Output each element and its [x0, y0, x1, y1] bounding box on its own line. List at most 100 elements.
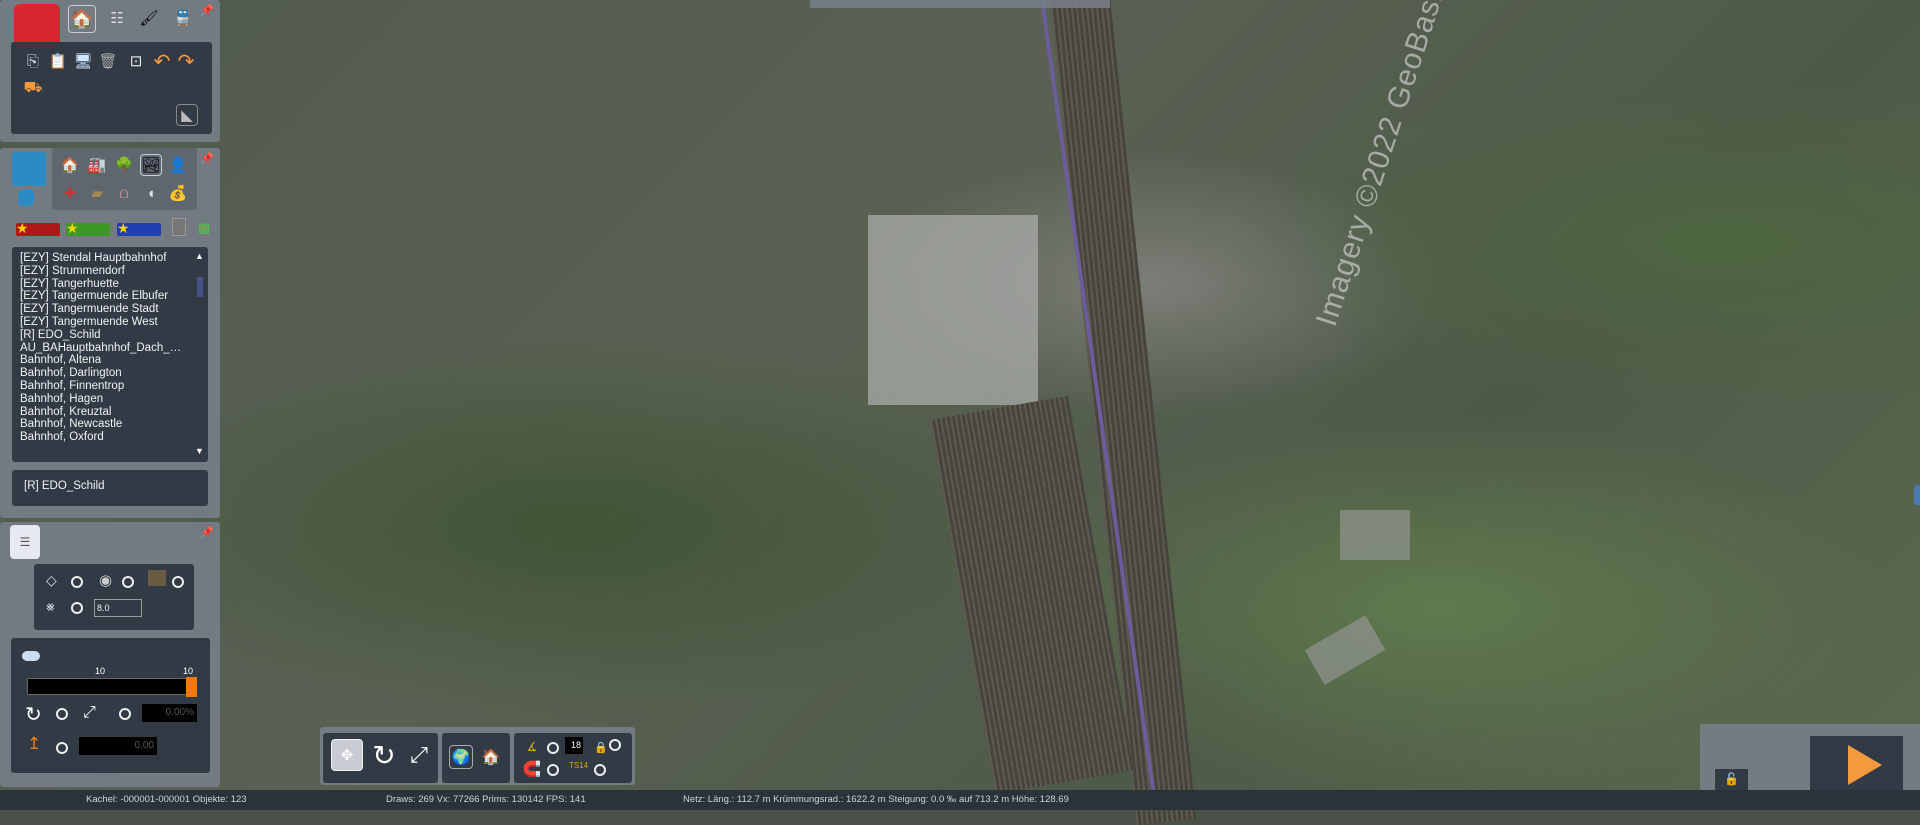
list-item[interactable]: Bahnhof, Darlington [20, 367, 185, 380]
height-offset-icon: ↥ [27, 734, 42, 753]
train-icon[interactable]: 🚆 [172, 7, 194, 29]
list-item[interactable]: [EZY] Tangermuende West [20, 316, 185, 329]
texture-radio[interactable] [172, 576, 184, 588]
globe-icon[interactable]: 🌍 [449, 745, 473, 769]
filter-red-button[interactable]: ★ [16, 220, 60, 236]
toggle-icon[interactable] [22, 651, 40, 661]
home-icon[interactable]: 🏠 [479, 745, 503, 769]
map-viewport[interactable]: Imagery ©2022 GeoBasis-DE/BKG [0, 0, 1920, 825]
lock-icon[interactable]: 🔒 [594, 741, 608, 754]
height-offset-field[interactable]: 0.00 [79, 737, 157, 755]
rotate-icon: ↻ [25, 704, 42, 726]
slider-value-label: 10 [183, 666, 194, 676]
monitor-icon[interactable]: 🖥 [72, 50, 94, 72]
grid-view-icon[interactable]: ▦ [198, 220, 210, 236]
tree-icon[interactable]: 🌳 [113, 154, 135, 176]
height-input[interactable] [94, 599, 142, 617]
copy-icon[interactable]: ⎘ [22, 50, 44, 72]
map-building [868, 215, 1038, 405]
transform-tools: ✥ ↻ ⤢ [323, 733, 438, 783]
scale-field[interactable]: 0.00% [142, 704, 197, 722]
list-item[interactable]: [EZY] Tangerhuette [20, 278, 185, 291]
bridge-icon[interactable]: ⩍ [113, 182, 135, 204]
bottom-toolbar: ✥ ↻ ⤢ 🌍 🏠 ∡ 18 🔒 🧲 TS14 [320, 727, 635, 785]
filter-blue-button[interactable]: ★ [117, 220, 161, 236]
angle-snap-radio[interactable] [547, 742, 559, 754]
toolbox-icon[interactable] [14, 4, 60, 46]
list-item[interactable]: Bahnhof, Altena [20, 354, 185, 367]
play-icon [1848, 745, 1882, 785]
ts-radio[interactable] [594, 764, 606, 776]
angle-counter[interactable]: 18 [565, 737, 583, 754]
list-item[interactable]: [EZY] Stendal Hauptbahnhof [20, 252, 185, 265]
net-radio[interactable] [71, 602, 83, 614]
list-item[interactable]: [EZY] Tangermuende Elbufer [20, 290, 185, 303]
scroll-thumb[interactable] [197, 277, 203, 297]
list-item[interactable]: Bahnhof, Oxford [20, 431, 185, 444]
status-render: Draws: 269 Vx: 77266 Prims: 130142 FPS: … [386, 794, 586, 805]
bag-icon[interactable]: 💰 [167, 182, 189, 204]
magnet-icon[interactable]: 🧲 [521, 758, 543, 780]
right-panel-handle[interactable] [1914, 485, 1920, 505]
top-handle[interactable] [810, 0, 1110, 8]
properties-doc-icon: ☰ [10, 525, 40, 559]
height-offset-radio[interactable] [56, 742, 68, 754]
terrain-icon[interactable]: ▰ [86, 182, 108, 204]
speaker-icon[interactable]: ◖ [140, 182, 162, 204]
list-item[interactable]: [R] EDO_Schild [20, 329, 185, 342]
pin-icon[interactable]: 📌 [200, 152, 214, 165]
landscape-icon[interactable]: 🏞 [140, 154, 162, 176]
filter-green-button[interactable]: ★ [66, 220, 110, 236]
magnet-radio[interactable] [547, 764, 559, 776]
list-item[interactable]: Bahnhof, Newcastle [20, 418, 185, 431]
list-item[interactable]: Bahnhof, Finnentrop [20, 380, 185, 393]
bulldozer-icon[interactable]: ⛟ [22, 77, 44, 99]
industry-icon[interactable]: 🏭 [86, 154, 108, 176]
small-cube-icon[interactable] [18, 190, 34, 206]
cube-icon[interactable] [12, 152, 46, 186]
pin-icon[interactable]: 📌 [200, 526, 214, 539]
paste-icon[interactable]: 📋 [47, 50, 69, 72]
angle-snap-icon[interactable]: ∡ [521, 736, 543, 758]
flat-radio[interactable] [71, 576, 83, 588]
rotate-icon[interactable]: ↻ [368, 739, 400, 771]
redo-icon[interactable]: ↷ [175, 50, 197, 73]
imagery-watermark: Imagery ©2022 GeoBasis-DE/BKG [1310, 0, 1495, 331]
rotate-radio[interactable] [56, 708, 68, 720]
selected-object: [R] EDO_Schild [12, 470, 208, 506]
list-item[interactable]: [EZY] Tangermuende Stadt [20, 303, 185, 316]
map-building [1340, 510, 1410, 560]
scroll-up-icon[interactable]: ▲ [195, 250, 205, 263]
house-icon[interactable]: 🏠 [59, 154, 81, 176]
track-icon[interactable]: ☷ [106, 7, 128, 29]
sphere-radio[interactable] [122, 576, 134, 588]
list-scrollbar[interactable]: ▲ ▼ [195, 250, 205, 458]
scale-icon[interactable]: ⤢ [403, 739, 435, 771]
list-item[interactable]: Bahnhof, Hagen [20, 393, 185, 406]
list-item[interactable]: [EZY] Strummendorf [20, 265, 185, 278]
scroll-down-icon[interactable]: ▼ [195, 445, 205, 458]
spotlight-icon[interactable]: ◣ [176, 104, 198, 126]
texture-icon [148, 570, 166, 586]
list-item[interactable]: AU_BAHauptbahnhof_Dach_G... [20, 342, 185, 355]
list-item[interactable]: Bahnhof, Kreuztal [20, 406, 185, 419]
trash-icon[interactable]: 🗑 [97, 50, 119, 72]
unlock-icon[interactable]: 🔓 [1715, 769, 1748, 790]
box-view-icon[interactable] [172, 218, 186, 236]
undo-icon[interactable]: ↶ [151, 50, 173, 73]
status-net: Netz: Läng.: 112.7 m Krümmungsrad.: 1622… [683, 794, 1069, 805]
pin-icon[interactable]: 📌 [200, 4, 214, 17]
home-icon[interactable]: 🏠 [68, 5, 96, 33]
play-panel: 🔓 [1700, 724, 1920, 790]
paint-brush-icon[interactable]: 🖌 [138, 7, 160, 29]
play-button[interactable] [1810, 736, 1903, 790]
signal-icon[interactable]: ✚ [59, 182, 81, 204]
lock-radio[interactable] [609, 739, 621, 751]
object-list[interactable]: ▲ ▼ [EZY] Stendal Hauptbahnhof [EZY] Stru… [12, 247, 208, 462]
height-slider[interactable] [27, 677, 197, 697]
scale-radio[interactable] [119, 708, 131, 720]
person-icon[interactable]: 👤 [167, 154, 189, 176]
move-icon[interactable]: ✥ [331, 739, 363, 771]
measure-icon[interactable]: ⊡ [125, 50, 147, 72]
slider-thumb[interactable] [186, 677, 197, 697]
